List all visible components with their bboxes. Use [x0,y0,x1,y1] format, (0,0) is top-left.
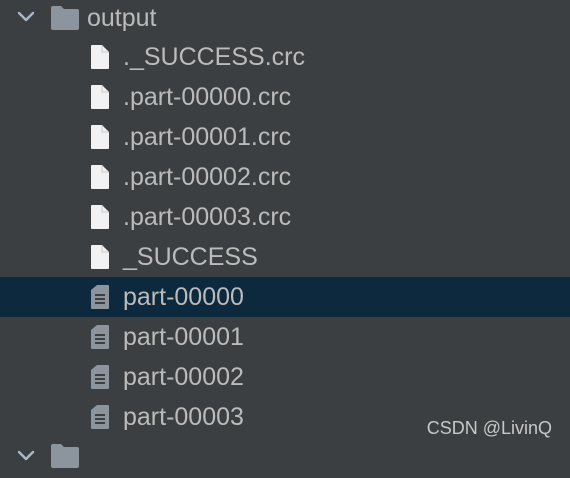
tree-folder-label: output [87,4,157,32]
tree-file-label: part-00003 [123,403,244,431]
tree-file-label: .part-00001.crc [123,123,292,151]
tree-file-label: .part-00000.crc [123,83,292,111]
blank-file-icon [91,165,109,189]
tree-file-label: part-00001 [123,323,244,351]
blank-file-icon [91,45,109,69]
tree-row-file[interactable]: .part-00003.crc [0,197,570,237]
blank-file-icon [91,85,109,109]
tree-row-output-folder[interactable]: output [0,0,570,38]
tree-file-label: part-00002 [123,363,244,391]
folder-icon [51,6,79,30]
tree-row-file[interactable]: part-00002 [0,357,570,397]
tree-row-file[interactable]: .part-00001.crc [0,117,570,157]
tree-row-file[interactable]: _SUCCESS [0,237,570,277]
text-file-icon [91,405,109,429]
text-file-icon [91,325,109,349]
tree-row-file[interactable]: .part-00002.crc [0,157,570,197]
tree-row-file[interactable]: part-00001 [0,317,570,357]
text-file-icon [91,285,109,309]
project-tree: output ._SUCCESS.crc .part-00000.crc .part… [0,0,570,468]
tree-row-next-folder[interactable] [0,438,570,478]
text-file-icon [91,365,109,389]
tree-row-file[interactable]: part-00000 [0,277,570,317]
tree-file-label: .part-00003.crc [123,203,292,231]
tree-file-label: part-00000 [123,283,244,311]
tree-row-file[interactable]: .part-00000.crc [0,77,570,117]
blank-file-icon [91,205,109,229]
watermark: CSDN @LivinQ [426,418,552,438]
tree-file-label: ._SUCCESS.crc [123,43,305,71]
chevron-down-icon[interactable] [14,444,38,468]
chevron-down-icon[interactable] [14,5,38,29]
blank-file-icon [91,125,109,149]
tree-row-file[interactable]: ._SUCCESS.crc [0,37,570,77]
tree-file-label: .part-00002.crc [123,163,292,191]
folder-icon [51,444,79,468]
tree-file-label: _SUCCESS [123,243,258,271]
blank-file-icon [91,245,109,269]
